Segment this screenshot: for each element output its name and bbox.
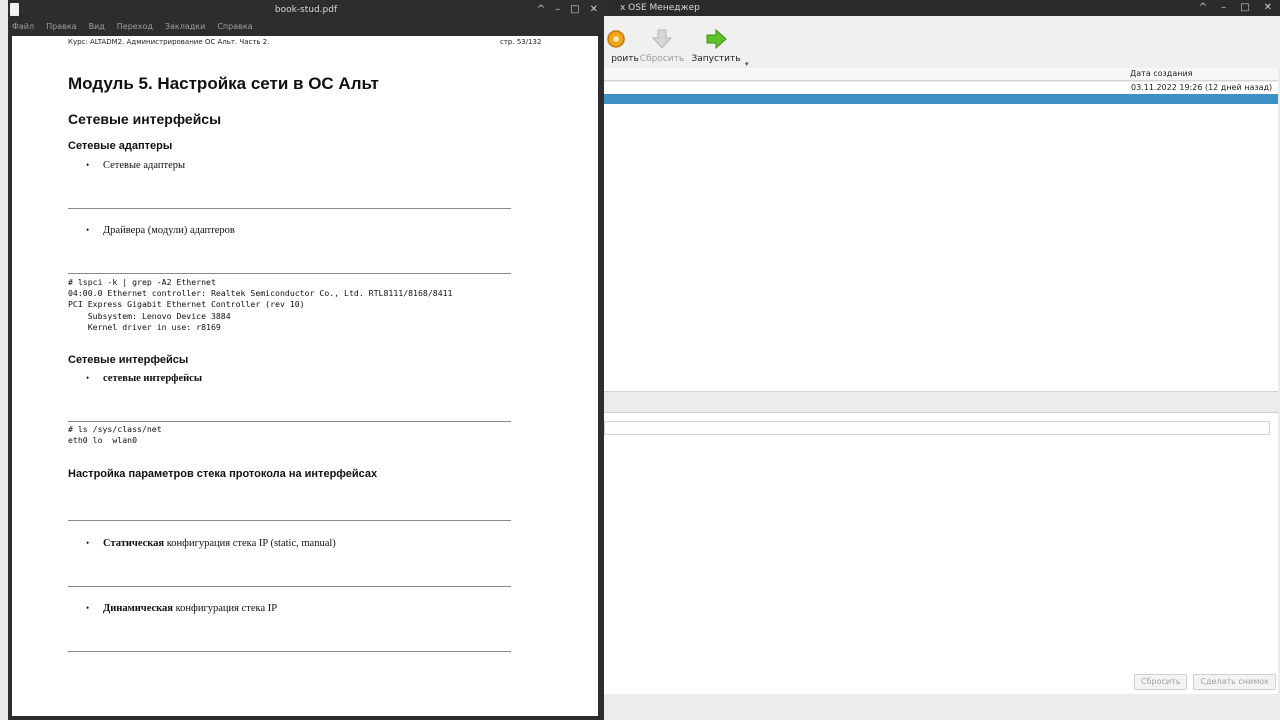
bullet-static-text: конфигурация стека IP (static, manual): [164, 538, 336, 549]
note-line: [68, 586, 511, 587]
note-line: [68, 651, 511, 652]
take-snapshot-button[interactable]: Сделать снимок: [1193, 674, 1276, 690]
vbox-titlebar[interactable]: x OSE Менеджер ^ – □ ✕: [600, 0, 1280, 16]
details-reset-button[interactable]: Сбросить: [1133, 674, 1188, 690]
menu-go[interactable]: Переход: [117, 20, 153, 34]
module-title: Модуль 5. Настройка сети в ОС Альт: [68, 74, 379, 93]
virtualbox-manager-window: x OSE Менеджер ^ – □ ✕ роить Сбросить За…: [600, 0, 1280, 720]
vbox-window-controls: ^ – □ ✕: [1199, 0, 1272, 16]
code-line: Kernel driver in use: r8169: [68, 321, 221, 332]
bullet-dynamic-text: конфигурация стека IP: [172, 603, 278, 614]
snapshot-row-current-state[interactable]: [604, 94, 1278, 104]
note-line: [68, 208, 511, 209]
code-line: eth0 lo wlan0: [68, 435, 138, 446]
bullet-drivers-text: Драйвера (модули) адаптеров: [103, 225, 235, 236]
pdf-page[interactable]: Курс: ALTADM2. Администрирование ОС Альт…: [12, 36, 598, 716]
subsection-stack: Настройка параметров стека протокола на …: [68, 468, 378, 480]
menu-help[interactable]: Справка: [217, 20, 252, 34]
document-icon: [10, 3, 19, 16]
menu-view[interactable]: Вид: [89, 20, 105, 34]
pdf-maximize-button[interactable]: □: [570, 0, 579, 20]
gear-icon: [607, 30, 625, 48]
code-line: 04:00.0 Ethernet controller: Realtek Sem…: [68, 288, 453, 299]
subsection-adapters: Сетевые адаптеры: [68, 140, 173, 152]
vbox-close-button[interactable]: ✕: [1264, 0, 1272, 16]
pdf-window-controls: ^ – □ ✕: [537, 0, 598, 20]
menu-file[interactable]: Файл: [12, 20, 34, 34]
note-line: [68, 520, 511, 521]
snapshot-date: 03.11.2022 19:26 (12 дней назад): [1131, 83, 1273, 92]
pdf-viewer-window: book-stud.pdf ^ – □ ✕ Файл Правка Вид Пе…: [8, 0, 604, 720]
snapshot-row[interactable]: 03.11.2022 19:26 (12 дней назад): [604, 82, 1278, 94]
down-arrow-icon: [651, 29, 673, 49]
reset-label: Сбросить: [639, 54, 685, 64]
note-line: [68, 273, 511, 274]
code-line: Subsystem: Lenovo Device 3884: [68, 310, 231, 321]
pdf-minimize-button[interactable]: –: [555, 0, 560, 20]
pdf-menubar: Файл Правка Вид Переход Закладки Справка: [8, 20, 604, 34]
start-dropdown-icon[interactable]: ▾: [745, 60, 749, 68]
column-header-date[interactable]: Дата создания: [1130, 69, 1192, 78]
section-title: Сетевые интерфейсы: [68, 111, 222, 127]
note-line: [68, 421, 511, 422]
vbox-minimize-button[interactable]: –: [1221, 0, 1226, 16]
menu-edit[interactable]: Правка: [46, 20, 76, 34]
menu-bookmarks[interactable]: Закладки: [165, 20, 205, 34]
vbox-toolbar: роить Сбросить Запустить ▾: [600, 16, 1280, 68]
code-line: # lspci -k | grep -A2 Ethernet: [68, 277, 216, 287]
details-buttons: Сбросить Сделать снимок: [1133, 674, 1276, 690]
reset-button[interactable]: Сбросить: [632, 28, 692, 68]
snapshot-details-pane: Сбросить Сделать снимок: [604, 412, 1278, 694]
snapshot-list[interactable]: [604, 104, 1278, 392]
subsection-interfaces: Сетевые интерфейсы: [68, 354, 189, 366]
pdf-window-title: book-stud.pdf: [274, 5, 338, 15]
pdf-close-button[interactable]: ✕: [590, 0, 598, 20]
vbox-maximize-button[interactable]: □: [1240, 0, 1249, 16]
bullet-interfaces-text: сетевые интерфейсы: [103, 373, 203, 384]
bullet-static-bold: Статическая: [103, 538, 165, 549]
snapshot-list-header: Дата создания: [604, 68, 1278, 81]
snapshot-name-field[interactable]: [604, 421, 1270, 435]
code-ls: # ls /sys/class/net eth0 lo wlan0: [68, 424, 162, 446]
page-number: стр. 53/132: [500, 38, 542, 46]
code-lspci: # lspci -k | grep -A2 Ethernet 04:00.0 Et…: [68, 277, 453, 333]
green-arrow-icon: [706, 28, 727, 50]
page-header-course: Курс: ALTADM2. Администрирование ОС Альт…: [68, 38, 270, 46]
vbox-window-title: x OSE Менеджер: [620, 3, 700, 13]
bullet-dynamic-bold: Динамическая: [103, 603, 173, 614]
start-button[interactable]: Запустить: [686, 28, 746, 68]
bullet-adapters: • Сетевые адаптеры: [86, 160, 186, 171]
bullet-drivers: • Драйвера (модули) адаптеров: [86, 225, 235, 236]
bullet-interfaces: • сетевые интерфейсы: [86, 373, 203, 384]
code-line: PCI Express Gigabit Ethernet Controller …: [68, 299, 305, 310]
vbox-shade-button[interactable]: ^: [1199, 0, 1207, 16]
bullet-static: • Статическая конфигурация стека IP (stat…: [86, 538, 336, 549]
pdf-shade-button[interactable]: ^: [537, 0, 545, 20]
code-line: # ls /sys/class/net: [68, 424, 162, 434]
pdf-titlebar[interactable]: book-stud.pdf ^ – □ ✕: [8, 0, 604, 20]
bullet-adapters-text: Сетевые адаптеры: [103, 160, 186, 171]
bullet-dynamic: • Динамическая конфигурация стека IP: [86, 603, 278, 614]
start-label: Запустить: [691, 54, 741, 64]
